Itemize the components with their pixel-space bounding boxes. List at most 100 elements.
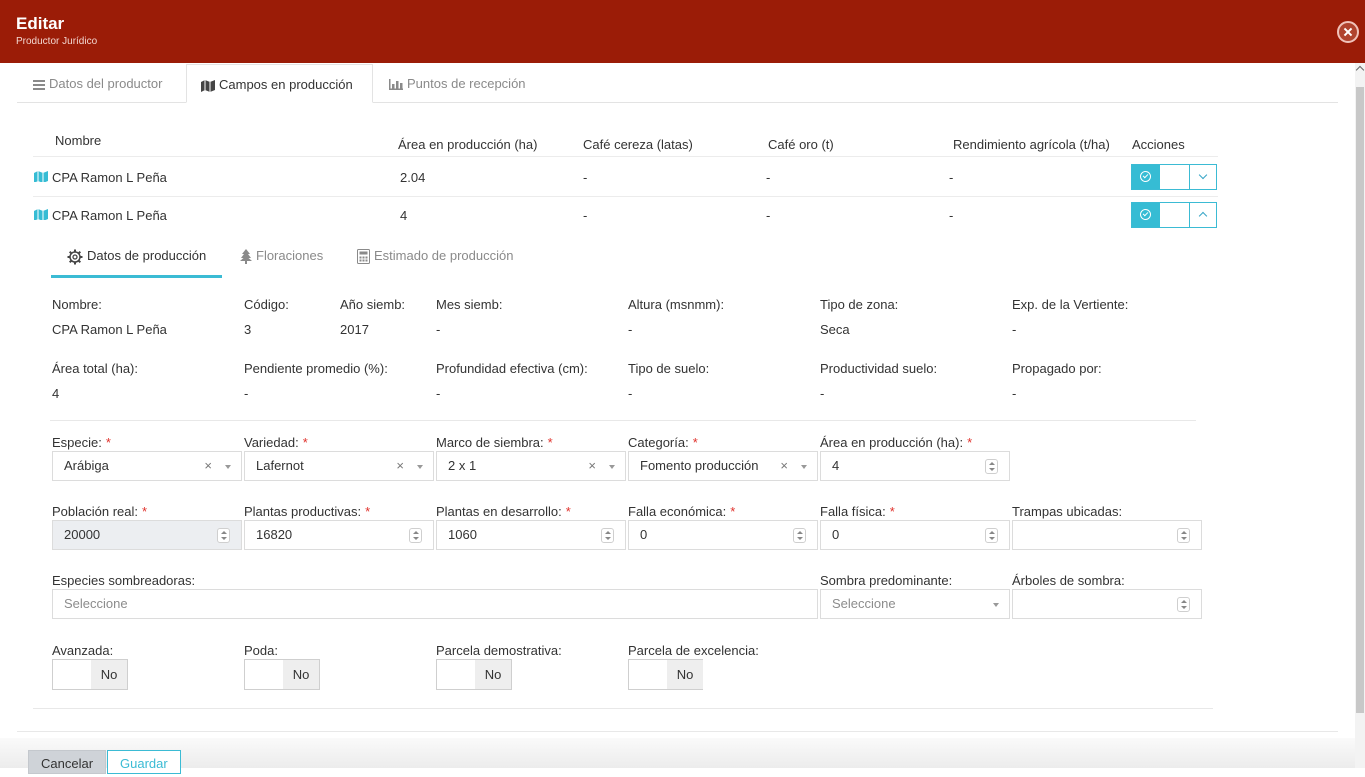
demostrativa-toggle[interactable]: No — [436, 659, 512, 690]
info-label: Profundidad efectiva (cm): — [436, 361, 588, 376]
info-value: - — [436, 386, 441, 401]
falla-economica-value: 0 — [640, 527, 648, 542]
stepper-icon[interactable] — [1177, 528, 1190, 543]
gear-icon — [67, 249, 83, 265]
poblacion-value: 20000 — [64, 527, 101, 542]
area-produccion-value: 4 — [832, 458, 840, 473]
info-label: Tipo de zona: — [820, 297, 899, 312]
excelencia-toggle[interactable]: No — [628, 659, 703, 690]
excelencia-label: Parcela de excelencia: — [628, 643, 759, 658]
divider — [33, 708, 1213, 709]
poblacion-label: Población real: * — [52, 504, 148, 519]
clear-icon[interactable]: × — [588, 452, 596, 480]
divider — [33, 196, 1218, 197]
categoria-select[interactable]: Fomento producción × — [628, 451, 818, 481]
cell-rendimiento: - — [949, 208, 954, 223]
collapse-button[interactable] — [1190, 203, 1216, 227]
info-value: - — [820, 386, 825, 401]
toggle-knob — [245, 660, 283, 689]
desarrollo-input[interactable]: 1060 — [436, 520, 626, 550]
tab-campos-produccion[interactable]: Campos en producción — [186, 64, 373, 103]
subtab-label: Floraciones — [256, 248, 324, 263]
main-tabs: Datos del productor Campos en producción… — [17, 64, 1338, 103]
modal-footer — [0, 738, 1355, 768]
tab-datos-produccion[interactable]: Datos de producción — [51, 236, 222, 278]
modal-title: Editar — [16, 14, 65, 33]
divider — [33, 156, 1218, 157]
bar-chart-icon — [389, 79, 403, 91]
expand-button[interactable] — [1190, 165, 1216, 189]
sombra-select[interactable]: Seleccione — [820, 589, 1010, 619]
column-header-oro[interactable]: Café oro (t) — [768, 137, 834, 152]
sombreadoras-placeholder: Seleccione — [64, 596, 128, 611]
info-value: - — [436, 322, 441, 337]
cell-oro: - — [766, 170, 771, 185]
demostrativa-label: Parcela demostrativa: — [436, 643, 562, 658]
trampas-input[interactable] — [1012, 520, 1202, 550]
stepper-icon[interactable] — [601, 528, 614, 543]
cell-area: 2.04 — [400, 170, 426, 185]
desarrollo-value: 1060 — [448, 527, 477, 542]
stepper-icon — [217, 528, 230, 543]
info-value: - — [1012, 386, 1017, 401]
stepper-icon[interactable] — [409, 528, 422, 543]
stepper-icon[interactable] — [1177, 597, 1190, 612]
action-toggle-button[interactable] — [1160, 165, 1190, 189]
info-value: CPA Ramon L Peña — [52, 322, 167, 337]
cancel-button[interactable]: Cancelar — [28, 750, 107, 774]
tab-estimado-produccion[interactable]: Estimado de producción — [357, 236, 527, 278]
column-header-cereza[interactable]: Café cereza (latas) — [583, 137, 693, 152]
chevron-up-icon — [1198, 211, 1208, 221]
arboles-input[interactable] — [1012, 589, 1202, 619]
categoria-label: Categoría: * — [628, 435, 698, 450]
info-value: 3 — [244, 322, 252, 337]
toggle-knob — [629, 660, 667, 689]
sombra-placeholder: Seleccione — [832, 596, 896, 611]
marco-label: Marco de siembra: * — [436, 435, 553, 450]
scroll-up-icon[interactable] — [1355, 65, 1365, 75]
cell-nombre: CPA Ramon L Peña — [52, 170, 167, 185]
poda-toggle[interactable]: No — [244, 659, 320, 690]
tab-floraciones[interactable]: Floraciones — [240, 236, 340, 278]
avanzada-toggle[interactable]: No — [52, 659, 128, 690]
falla-economica-input[interactable]: 0 — [628, 520, 818, 550]
vertical-scrollbar[interactable] — [1355, 63, 1365, 768]
column-header-acciones: Acciones — [1132, 137, 1185, 152]
map-icon — [34, 171, 48, 182]
clear-icon[interactable]: × — [396, 452, 404, 480]
column-header-nombre[interactable]: Nombre — [55, 133, 101, 148]
stepper-icon[interactable] — [985, 459, 998, 474]
productivas-label: Plantas productivas: * — [244, 504, 371, 519]
info-label: Exp. de la Vertiente: — [1012, 297, 1129, 312]
confirm-icon[interactable] — [1132, 203, 1160, 227]
column-header-area[interactable]: Área en producción (ha) — [398, 137, 537, 152]
sombreadoras-label: Especies sombreadoras: — [52, 573, 196, 588]
marco-select[interactable]: 2 x 1 × — [436, 451, 626, 481]
stepper-icon[interactable] — [985, 528, 998, 543]
productivas-input[interactable]: 16820 — [244, 520, 434, 550]
area-produccion-input[interactable]: 4 — [820, 451, 1010, 481]
especie-select[interactable]: Arábiga × — [52, 451, 242, 481]
info-value: - — [244, 386, 249, 401]
sombreadoras-select[interactable]: Seleccione — [52, 589, 818, 619]
variedad-select[interactable]: Lafernot × — [244, 451, 434, 481]
save-button[interactable]: Guardar — [107, 750, 181, 774]
info-label: Mes siemb: — [436, 297, 503, 312]
column-header-rendimiento[interactable]: Rendimiento agrícola (t/ha) — [953, 137, 1110, 152]
close-icon[interactable] — [1337, 21, 1359, 43]
confirm-icon[interactable] — [1132, 165, 1160, 189]
stepper-icon[interactable] — [793, 528, 806, 543]
tab-datos-productor[interactable]: Datos del productor — [17, 64, 186, 103]
falla-fisica-input[interactable]: 0 — [820, 520, 1010, 550]
scrollbar-thumb[interactable] — [1356, 87, 1364, 713]
clear-icon[interactable]: × — [780, 452, 788, 480]
tab-puntos-recepcion[interactable]: Puntos de recepción — [373, 64, 543, 103]
variedad-label: Variedad: * — [244, 435, 308, 450]
caret-down-icon — [609, 465, 615, 469]
action-toggle-button[interactable] — [1160, 203, 1190, 227]
clear-icon[interactable]: × — [204, 452, 212, 480]
cell-cereza: - — [583, 208, 588, 223]
poda-label: Poda: — [244, 643, 278, 658]
tab-label: Puntos de recepción — [407, 76, 526, 91]
falla-fisica-label: Falla física: * — [820, 504, 895, 519]
